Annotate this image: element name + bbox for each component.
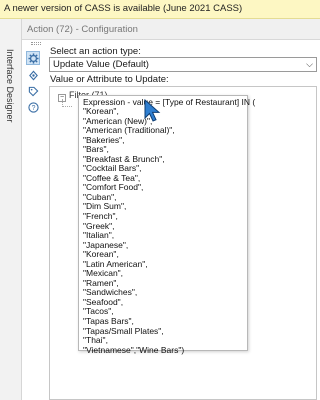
value-to-update-label: Value or Attribute to Update: [50, 74, 169, 85]
rotate-icon[interactable] [26, 68, 40, 82]
configuration-toolbar: ? [22, 40, 44, 400]
chevron-down-icon[interactable]: ⌵ [306, 59, 313, 70]
mouse-pointer-icon [144, 99, 161, 122]
svg-text:?: ? [31, 104, 35, 111]
configuration-header: Action (72) - Configuration [22, 19, 320, 40]
tag-icon[interactable] [26, 84, 40, 98]
interface-designer-tab[interactable]: Interface Designer [5, 49, 15, 123]
configuration-title: Action (72) - Configuration [27, 24, 138, 35]
expression-tooltip: Expression - value = [Type of Restaurant… [78, 95, 255, 354]
grip-handle [31, 42, 41, 45]
update-notice-bar[interactable]: A newer version of CASS is available (Ju… [0, 0, 320, 19]
action-type-select[interactable]: Update Value (Default) ⌵ [49, 57, 317, 72]
gear-icon[interactable] [26, 51, 40, 65]
action-type-label: Select an action type: [50, 46, 141, 57]
expression-value-list: "Korean", "American (New)", "American (Tra… [83, 106, 247, 355]
action-type-value: Update Value (Default) [53, 59, 149, 70]
help-icon[interactable]: ? [26, 100, 40, 114]
tree-connector [62, 99, 72, 107]
side-tab-strip: Interface Designer [0, 19, 22, 400]
expression-value-item: "Vietnamese","Wine Bars") [83, 344, 185, 355]
update-notice-text: A newer version of CASS is available (Ju… [4, 3, 243, 14]
